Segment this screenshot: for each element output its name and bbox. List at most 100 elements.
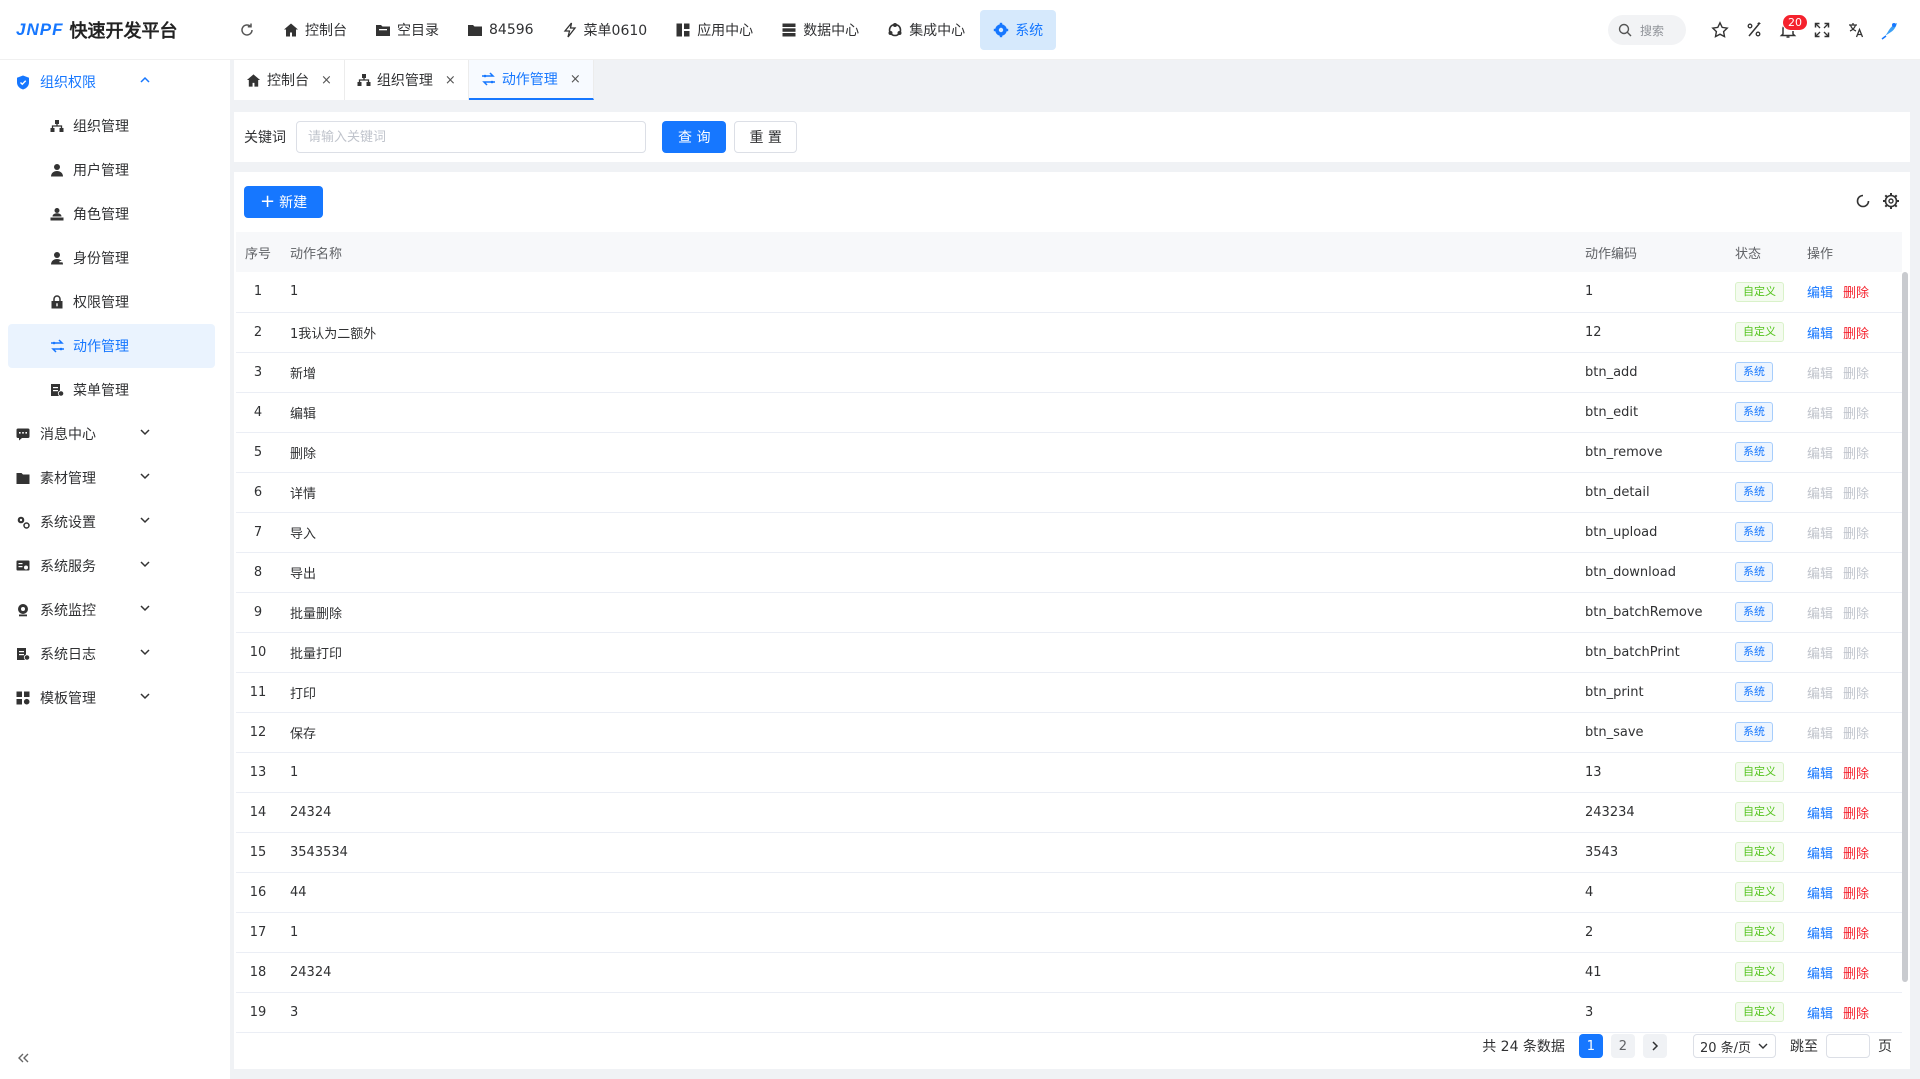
user-icon (50, 163, 65, 177)
row-action-name: 1 (290, 764, 299, 780)
server-icon (16, 559, 32, 573)
row-index: 9 (253, 604, 263, 620)
delete-link[interactable]: 删除 (1843, 887, 1869, 902)
sidebar-group-material-management[interactable]: 素材管理 (0, 456, 230, 500)
row-action-code: btn_add (1585, 364, 1638, 380)
row-action-name: 1我认为二额外 (290, 326, 377, 342)
row-action-code: 3 (1585, 1004, 1594, 1020)
sidebar-item-permission-management[interactable]: 权限管理 (8, 280, 222, 324)
topnav-item-system[interactable]: 系统 (980, 9, 1057, 50)
edit-link[interactable]: 编辑 (1807, 887, 1833, 902)
edit-link[interactable]: 编辑 (1807, 327, 1833, 342)
edit-link: 编辑 (1807, 486, 1834, 502)
row-operations: 编辑 删除 (1797, 352, 1902, 392)
sidebar-item-menu-management[interactable]: 菜单管理 (8, 368, 222, 412)
delete-link[interactable]: 删除 (1843, 927, 1869, 942)
new-button[interactable]: + 新建 (244, 186, 324, 218)
sidebar-item-action-management[interactable]: 动作管理 (8, 324, 215, 368)
chevron-down-icon (1758, 1043, 1768, 1049)
header-actions: 搜索 20 (1608, 0, 1906, 60)
collapse-sidebar-icon[interactable] (16, 1050, 30, 1069)
percent-magic-icon[interactable] (1738, 14, 1770, 46)
database-icon (782, 23, 796, 36)
refresh-icon[interactable] (234, 17, 260, 43)
delete-link[interactable]: 删除 (1843, 967, 1869, 982)
row-status: 自定义 (1725, 912, 1797, 952)
sidebar-item-identity-management[interactable]: 身份管理 (8, 236, 222, 280)
row-index: 14 (249, 804, 267, 820)
edit-link: 编辑 (1807, 446, 1834, 462)
jump-page-input[interactable] (1826, 1034, 1870, 1058)
row-action-name: 批量删除 (290, 606, 343, 622)
col-header-action-name: 动作名称 (290, 246, 343, 262)
refresh-table-icon[interactable] (1854, 192, 1872, 214)
edit-link[interactable]: 编辑 (1807, 847, 1833, 862)
row-action-name: 44 (290, 884, 307, 900)
star-icon[interactable] (1704, 14, 1736, 46)
sidebar-item-role-management[interactable]: 角色管理 (8, 192, 222, 236)
close-icon[interactable]: × (445, 73, 456, 88)
topnav-item-empty-dir[interactable]: 空目录 (362, 10, 452, 50)
row-action-code: btn_detail (1585, 484, 1650, 500)
delete-link[interactable]: 删除 (1843, 767, 1869, 782)
sidebar-group-message-center[interactable]: 消息中心 (0, 412, 230, 456)
edit-link[interactable]: 编辑 (1807, 286, 1833, 301)
notification-bell[interactable]: 20 (1772, 14, 1808, 46)
sidebar-item-org-management[interactable]: 组织管理 (8, 104, 222, 148)
edit-link[interactable]: 编辑 (1807, 1007, 1833, 1022)
edit-link: 编辑 (1807, 646, 1834, 662)
sidebar-item-label: 权限管理 (73, 295, 129, 311)
edit-link[interactable]: 编辑 (1807, 807, 1833, 822)
tab-console[interactable]: 控制台 × (234, 60, 345, 100)
gear-icon (993, 22, 1009, 37)
keyword-input[interactable] (296, 121, 646, 153)
row-index: 11 (249, 684, 267, 700)
close-icon[interactable]: × (570, 72, 581, 87)
sidebar-group-system-service[interactable]: 系统服务 (0, 544, 230, 588)
query-button[interactable]: 查 询 (662, 121, 727, 153)
edit-link[interactable]: 编辑 (1807, 767, 1833, 782)
delete-link[interactable]: 删除 (1843, 1007, 1869, 1022)
page-2-button[interactable]: 2 (1610, 1034, 1635, 1058)
edit-link: 编辑 (1807, 526, 1834, 542)
next-page-button[interactable] (1642, 1034, 1667, 1058)
sidebar-group-system-monitor[interactable]: 系统监控 (0, 588, 230, 632)
edit-link[interactable]: 编辑 (1807, 967, 1833, 982)
status-badge: 自定义 (1735, 802, 1784, 822)
sidebar-group-org-permissions[interactable]: 组织权限 (0, 60, 230, 104)
delete-link[interactable]: 删除 (1843, 286, 1869, 301)
tab-org-management[interactable]: 组织管理 × (344, 60, 469, 100)
topnav-item-84596[interactable]: 84596 (454, 10, 547, 50)
logo[interactable]: JNPF 快速开发平台 (0, 0, 230, 60)
topnav-item-menu0610[interactable]: 菜单0610 (549, 10, 661, 50)
close-icon[interactable]: × (321, 73, 332, 88)
delete-link[interactable]: 删除 (1843, 847, 1869, 862)
delete-link[interactable]: 删除 (1843, 807, 1869, 822)
topnav-item-data-center[interactable]: 数据中心 (768, 10, 872, 50)
sidebar-group-system-log[interactable]: 系统日志 (0, 632, 230, 676)
sidebar-group-template-management[interactable]: 模板管理 (0, 676, 230, 720)
fullscreen-icon[interactable] (1806, 14, 1838, 46)
top-header: JNPF 快速开发平台 控制台 空目录 84596 菜单0610 应用中心 数据… (0, 0, 1920, 60)
sidebar-item-user-management[interactable]: 用户管理 (8, 148, 222, 192)
user-avatar-icon[interactable] (1874, 14, 1906, 46)
topnav-label: 应用中心 (697, 22, 754, 39)
translate-icon[interactable] (1840, 14, 1872, 46)
page-size-value: 20 条/页 (1699, 1040, 1751, 1056)
table-row: 18 24324 41 自定义 编辑 删除 (236, 952, 1902, 992)
page-size-select[interactable]: 20 条/页 (1692, 1034, 1776, 1058)
row-action-name: 24324 (290, 964, 332, 980)
tab-action-management[interactable]: 动作管理 × (468, 60, 594, 100)
topnav-item-console[interactable]: 控制台 (270, 10, 360, 50)
delete-link[interactable]: 删除 (1843, 327, 1869, 342)
edit-link[interactable]: 编辑 (1807, 927, 1833, 942)
global-search[interactable]: 搜索 (1608, 15, 1686, 45)
delete-link: 删除 (1843, 406, 1870, 422)
table-scrollbar[interactable] (1902, 272, 1908, 982)
sidebar-group-system-settings[interactable]: 系统设置 (0, 500, 230, 544)
reset-button[interactable]: 重 置 (734, 121, 797, 153)
topnav-item-integration-center[interactable]: 集成中心 (874, 10, 978, 50)
topnav-item-app-center[interactable]: 应用中心 (662, 10, 766, 50)
page-1-button[interactable]: 1 (1578, 1034, 1603, 1058)
column-settings-icon[interactable] (1882, 192, 1900, 214)
